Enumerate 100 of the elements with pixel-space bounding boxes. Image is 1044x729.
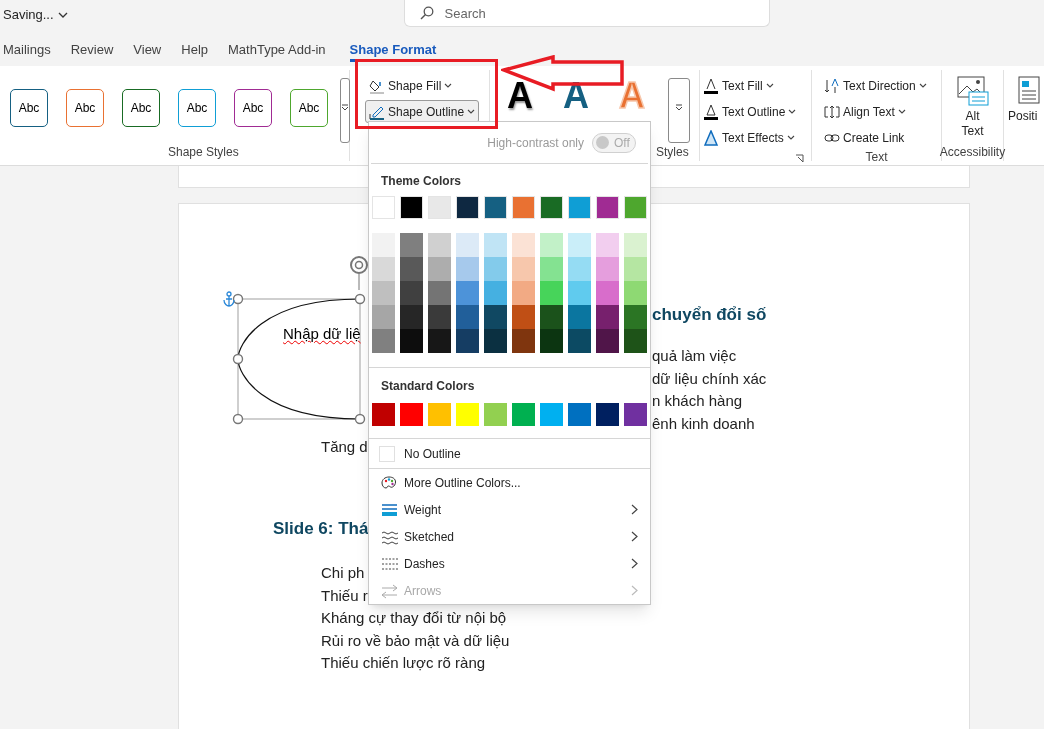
color-swatch[interactable] <box>596 305 619 329</box>
color-swatch[interactable] <box>540 403 563 426</box>
color-swatch[interactable] <box>568 403 591 426</box>
color-swatch[interactable] <box>456 196 479 219</box>
color-swatch[interactable] <box>596 196 619 219</box>
color-swatch[interactable] <box>568 305 591 329</box>
color-swatch[interactable] <box>624 257 647 281</box>
gallery-more-button[interactable] <box>340 78 350 143</box>
color-swatch[interactable] <box>540 257 563 281</box>
color-swatch[interactable] <box>624 305 647 329</box>
color-swatch[interactable] <box>484 257 507 281</box>
rotate-handle-icon[interactable] <box>349 255 369 291</box>
color-swatch[interactable] <box>400 196 423 219</box>
color-swatch[interactable] <box>596 329 619 353</box>
color-swatch[interactable] <box>596 281 619 305</box>
color-swatch[interactable] <box>372 196 395 219</box>
shape-style-preset[interactable]: Abc <box>10 89 48 127</box>
color-swatch[interactable] <box>568 257 591 281</box>
ribbon-button[interactable]: Text Direction <box>824 76 927 96</box>
ribbon-button[interactable]: Text Outline <box>703 102 811 122</box>
menu-item[interactable]: Weight <box>369 496 650 523</box>
color-swatch[interactable] <box>372 233 395 257</box>
color-swatch[interactable] <box>484 233 507 257</box>
ribbon-button[interactable]: Text Effects <box>703 128 811 148</box>
color-swatch[interactable] <box>540 305 563 329</box>
color-swatch[interactable] <box>540 281 563 305</box>
shape-style-preset[interactable]: Abc <box>234 89 272 127</box>
color-swatch[interactable] <box>428 281 451 305</box>
ribbon-button[interactable]: Shape Outline <box>365 100 480 123</box>
ribbon-button[interactable]: Text Fill <box>703 76 811 96</box>
color-swatch[interactable] <box>484 403 507 426</box>
color-swatch[interactable] <box>596 257 619 281</box>
color-swatch[interactable] <box>568 329 591 353</box>
gallery-more-button[interactable] <box>668 78 690 143</box>
color-swatch[interactable] <box>624 196 647 219</box>
menu-item[interactable]: Dashes <box>369 550 650 577</box>
color-swatch[interactable] <box>428 233 451 257</box>
color-swatch[interactable] <box>400 233 423 257</box>
color-swatch[interactable] <box>372 305 395 329</box>
color-swatch[interactable] <box>624 403 647 426</box>
shape-style-preset[interactable]: Abc <box>122 89 160 127</box>
color-swatch[interactable] <box>372 281 395 305</box>
color-swatch[interactable] <box>456 305 479 329</box>
search-field[interactable]: Search <box>403 0 770 27</box>
position-button[interactable]: Positi <box>1008 76 1040 125</box>
color-swatch[interactable] <box>428 305 451 329</box>
shape-style-preset[interactable]: Abc <box>290 89 328 127</box>
color-swatch[interactable] <box>624 281 647 305</box>
color-swatch[interactable] <box>512 257 535 281</box>
color-swatch[interactable] <box>512 233 535 257</box>
dialog-launcher-icon[interactable] <box>795 154 804 163</box>
color-swatch[interactable] <box>400 305 423 329</box>
color-swatch[interactable] <box>540 329 563 353</box>
color-swatch[interactable] <box>624 233 647 257</box>
ribbon-tab[interactable]: MathType Add-in <box>228 40 326 62</box>
color-swatch[interactable] <box>596 233 619 257</box>
ribbon-tab[interactable]: Mailings <box>3 40 51 62</box>
chevron-down-icon[interactable] <box>57 10 68 19</box>
ribbon-tab[interactable]: Review <box>70 40 114 62</box>
ribbon-button[interactable]: Shape Fill <box>365 74 480 97</box>
menu-item[interactable]: No Outline <box>369 439 650 469</box>
color-swatch[interactable] <box>568 196 591 219</box>
color-swatch[interactable] <box>512 305 535 329</box>
color-swatch[interactable] <box>512 281 535 305</box>
color-swatch[interactable] <box>484 281 507 305</box>
color-swatch[interactable] <box>456 233 479 257</box>
color-swatch[interactable] <box>624 329 647 353</box>
color-swatch[interactable] <box>568 281 591 305</box>
color-swatch[interactable] <box>512 403 535 426</box>
color-swatch[interactable] <box>484 196 507 219</box>
color-swatch[interactable] <box>428 257 451 281</box>
color-swatch[interactable] <box>428 403 451 426</box>
alt-text-button[interactable]: Alt Text <box>942 70 1003 143</box>
color-swatch[interactable] <box>428 196 451 219</box>
color-swatch[interactable] <box>456 403 479 426</box>
ribbon-tab[interactable]: Help <box>181 40 208 62</box>
shape-style-preset[interactable]: Abc <box>66 89 104 127</box>
color-swatch[interactable] <box>400 329 423 353</box>
menu-item[interactable]: Sketched <box>369 523 650 550</box>
color-swatch[interactable] <box>512 329 535 353</box>
color-swatch[interactable] <box>456 329 479 353</box>
ribbon-tab[interactable]: Shape Format <box>349 40 437 62</box>
color-swatch[interactable] <box>400 281 423 305</box>
color-swatch[interactable] <box>484 305 507 329</box>
color-swatch[interactable] <box>372 257 395 281</box>
color-swatch[interactable] <box>400 257 423 281</box>
color-swatch[interactable] <box>400 403 423 426</box>
color-swatch[interactable] <box>428 329 451 353</box>
ribbon-tab[interactable]: View <box>133 40 162 62</box>
color-swatch[interactable] <box>484 329 507 353</box>
color-swatch[interactable] <box>540 233 563 257</box>
color-swatch[interactable] <box>372 329 395 353</box>
ribbon-button[interactable]: Align Text <box>824 102 927 122</box>
color-swatch[interactable] <box>456 281 479 305</box>
color-swatch[interactable] <box>456 257 479 281</box>
color-swatch[interactable] <box>512 196 535 219</box>
menu-item[interactable]: More Outline Colors... <box>369 469 650 496</box>
shape-style-preset[interactable]: Abc <box>178 89 216 127</box>
ribbon-button[interactable]: Create Link <box>824 128 927 148</box>
color-swatch[interactable] <box>568 233 591 257</box>
